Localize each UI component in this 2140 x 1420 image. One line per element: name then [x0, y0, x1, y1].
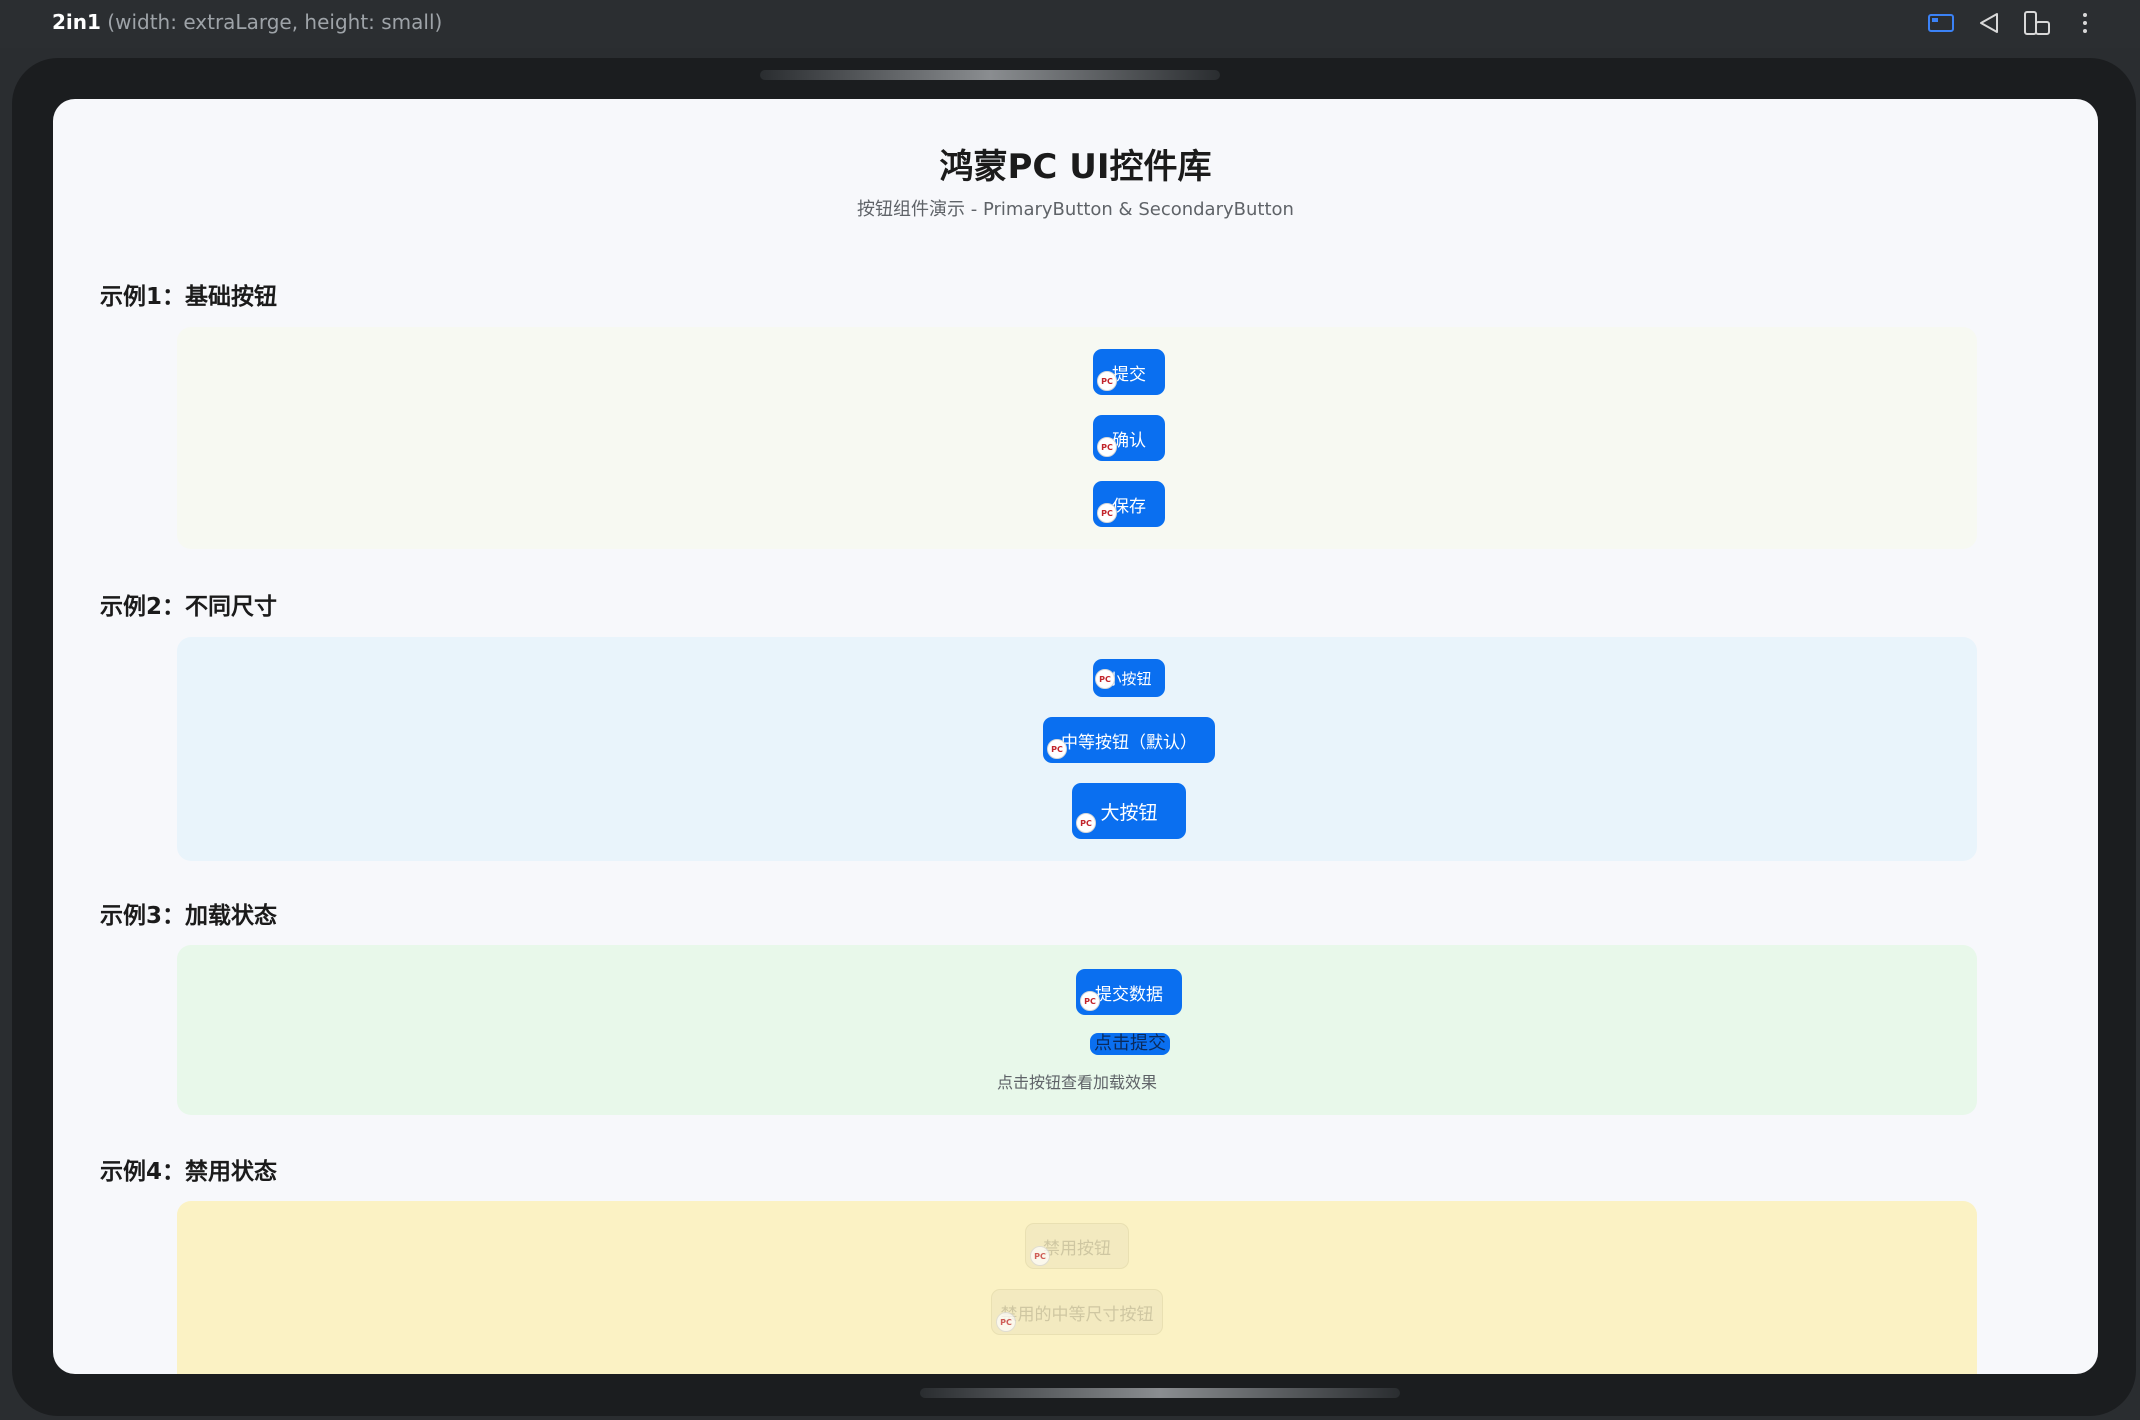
section-title-disabled: 示例4：禁用状态: [100, 1159, 278, 1185]
save-button[interactable]: 保存 PC: [1093, 481, 1165, 527]
disabled-medium-button[interactable]: 禁用的中等尺寸按钮 PC: [991, 1289, 1163, 1335]
disabled-medium-button-label: 禁用的中等尺寸按钮: [1000, 1304, 1154, 1325]
section-title-sizes: 示例2：不同尺寸: [100, 594, 278, 620]
large-button-label: 大按钮: [1100, 801, 1158, 824]
pc-badge-icon: PC: [1097, 371, 1117, 391]
top-bezel-highlight: [760, 70, 1220, 80]
panel-loading-buttons: 提交数据 PC 点击提交 点击按钮查看加载效果: [177, 945, 1977, 1115]
pc-badge-icon: PC: [1076, 813, 1096, 833]
submit-button[interactable]: 提交 PC: [1093, 349, 1165, 395]
window-titlebar: 2in1 (width: extraLarge, height: small): [0, 0, 2140, 48]
page-title: 鸿蒙PC UI控件库: [939, 147, 1212, 187]
more-vertical-icon[interactable]: [2070, 8, 2100, 38]
save-button-label: 保存: [1112, 496, 1146, 517]
submit-data-button-label: 提交数据: [1095, 984, 1163, 1005]
panel-disabled-buttons: 禁用按钮 PC 禁用的中等尺寸按钮 PC: [177, 1201, 1977, 1374]
pc-badge-icon: PC: [1097, 437, 1117, 457]
bottom-bezel-highlight: [920, 1388, 1400, 1398]
window-mode-icon[interactable]: [1926, 8, 1956, 38]
pc-badge-icon: PC: [996, 1312, 1016, 1332]
pc-badge-icon: PC: [1080, 991, 1100, 1011]
confirm-button-label: 确认: [1112, 430, 1146, 451]
titlebar-actions: [1926, 8, 2100, 38]
submit-button-label: 提交: [1112, 364, 1146, 385]
large-button[interactable]: 大按钮 PC: [1072, 783, 1186, 839]
pc-badge-icon: PC: [1047, 739, 1067, 759]
disabled-button[interactable]: 禁用按钮 PC: [1025, 1223, 1129, 1269]
medium-button-label: 中等按钮（默认）: [1061, 732, 1197, 753]
back-triangle-icon[interactable]: [1974, 8, 2004, 38]
confirm-button[interactable]: 确认 PC: [1093, 415, 1165, 461]
device-detail: (width: extraLarge, height: small): [107, 10, 443, 34]
pc-badge-icon: PC: [1095, 669, 1115, 689]
click-submit-link[interactable]: 点击提交: [1090, 1033, 1170, 1055]
loading-hint: 点击按钮查看加载效果: [996, 1073, 1157, 1092]
page-subtitle: 按钮组件演示 - PrimaryButton & SecondaryButton: [857, 199, 1294, 220]
device-info: 2in1 (width: extraLarge, height: small): [52, 10, 442, 34]
medium-button[interactable]: 中等按钮（默认） PC: [1043, 717, 1215, 763]
device-label: 2in1: [52, 10, 101, 34]
app-screen: 鸿蒙PC UI控件库 按钮组件演示 - PrimaryButton & Seco…: [53, 99, 2098, 1374]
small-button[interactable]: 小按钮 PC: [1093, 659, 1165, 697]
pc-badge-icon: PC: [1097, 503, 1117, 523]
disabled-button-label: 禁用按钮: [1043, 1238, 1111, 1259]
pc-badge-icon: PC: [1030, 1246, 1050, 1266]
panel-basic-buttons: 提交 PC 确认 PC 保存 PC: [177, 327, 1977, 549]
device-rotate-icon[interactable]: [2022, 8, 2052, 38]
section-title-basic: 示例1：基础按钮: [100, 284, 278, 310]
panel-size-buttons: 小按钮 PC 中等按钮（默认） PC 大按钮 PC: [177, 637, 1977, 861]
submit-data-button[interactable]: 提交数据 PC: [1076, 969, 1182, 1015]
section-title-loading: 示例3：加载状态: [100, 903, 278, 929]
